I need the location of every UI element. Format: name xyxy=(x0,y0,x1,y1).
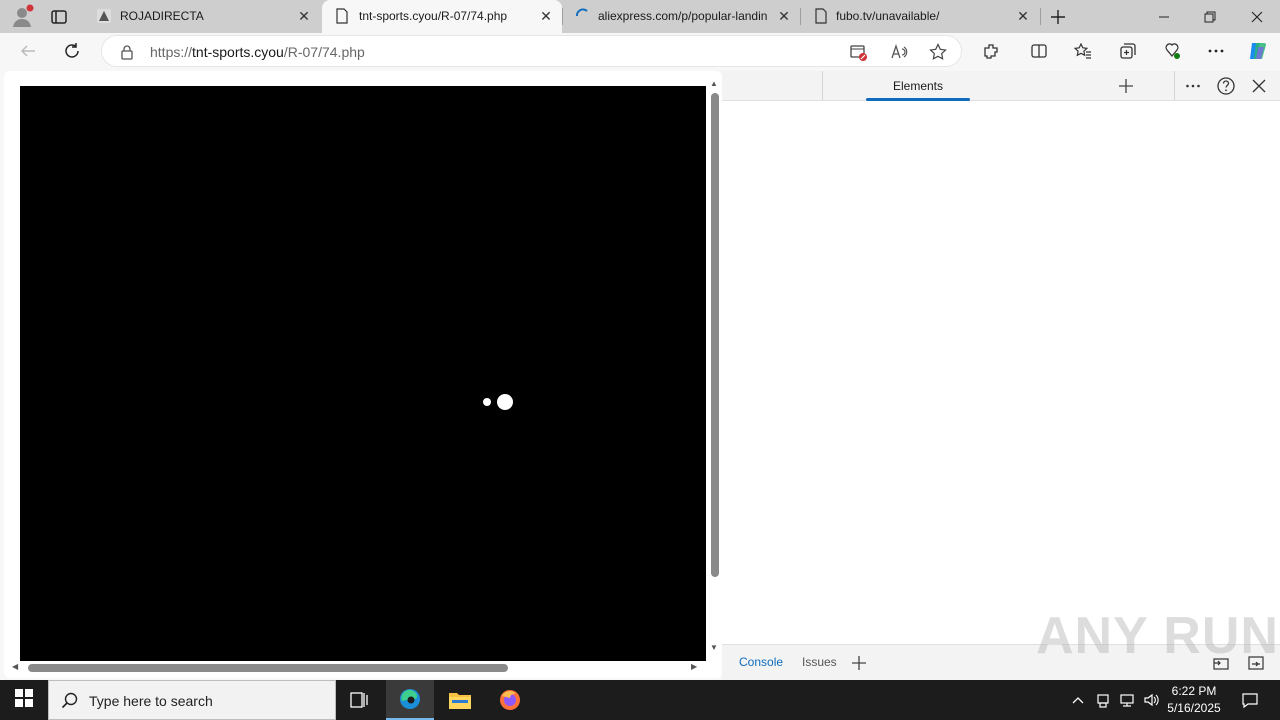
rojadirecta-favicon xyxy=(96,8,112,24)
usb-device-icon[interactable] xyxy=(1092,680,1114,720)
notifications-icon[interactable] xyxy=(1230,680,1270,720)
tab-tnt-sports[interactable]: tnt-sports.cyou/R-07/74.php ✕ xyxy=(322,0,562,33)
divider xyxy=(822,71,823,101)
url-host: tnt-sports.cyou xyxy=(192,44,284,60)
new-tab-button[interactable] xyxy=(1048,7,1068,27)
watermark: ANY RUN xyxy=(1036,607,1279,665)
volume-icon[interactable] xyxy=(1140,680,1162,720)
tab-elements[interactable]: Elements xyxy=(866,71,970,101)
split-screen-icon[interactable] xyxy=(1024,36,1054,66)
page-viewport: ▲ ▼ ◀ ▶ xyxy=(4,71,722,678)
devtools-header: Elements xyxy=(722,71,1280,101)
tab-rojadirecta[interactable]: ROJADIRECTA ✕ xyxy=(84,0,320,33)
profile-icon[interactable] xyxy=(10,4,34,28)
loading-spinner-icon xyxy=(575,8,591,24)
loading-dot xyxy=(497,394,513,410)
more-tools-icon[interactable] xyxy=(1185,78,1201,94)
network-icon[interactable] xyxy=(1116,680,1138,720)
divider xyxy=(1174,71,1175,101)
scroll-down-arrow-icon[interactable]: ▼ xyxy=(710,643,718,652)
scrollbar-thumb[interactable] xyxy=(711,93,719,577)
close-icon[interactable]: ✕ xyxy=(538,8,554,24)
horizontal-scrollbar[interactable]: ◀ ▶ xyxy=(12,660,704,674)
show-hidden-icons-chevron-icon[interactable] xyxy=(1068,680,1088,720)
windows-logo-icon xyxy=(15,688,33,712)
add-tab-icon[interactable] xyxy=(1118,78,1134,94)
collections-icon[interactable] xyxy=(1113,36,1143,66)
devtools-panel: Elements Console Issues xyxy=(722,71,1280,680)
loading-dot xyxy=(483,398,491,406)
url-scheme: https:// xyxy=(150,44,193,60)
scroll-left-arrow-icon[interactable]: ◀ xyxy=(12,662,18,671)
start-button[interactable] xyxy=(0,680,48,720)
tab-label: Elements xyxy=(892,79,944,93)
active-tab-indicator xyxy=(866,98,970,101)
popup-blocked-icon[interactable] xyxy=(850,44,868,62)
read-aloud-icon[interactable] xyxy=(890,43,908,61)
clock-date: 5/16/2025 xyxy=(1167,701,1221,715)
tab-actions-icon[interactable] xyxy=(50,8,68,26)
back-button[interactable] xyxy=(13,36,43,66)
taskbar-search-box[interactable]: Type here to search xyxy=(48,680,336,720)
scrollbar-thumb[interactable] xyxy=(28,664,508,672)
toolbar: https://tnt-sports.cyou/R-07/74.php xyxy=(0,33,1280,70)
file-explorer-icon[interactable] xyxy=(436,680,484,720)
taskbar: Type here to search 6:22 PM 5/16/2025 xyxy=(0,680,1280,720)
firefox-icon[interactable] xyxy=(486,680,534,720)
tab-issues[interactable]: Issues xyxy=(802,655,837,669)
page-icon xyxy=(813,8,829,24)
page-icon xyxy=(334,8,350,24)
clock-time: 6:22 PM xyxy=(1171,684,1217,698)
tab-console[interactable]: Console xyxy=(739,655,783,669)
address-bar[interactable]: https://tnt-sports.cyou/R-07/74.php xyxy=(101,35,962,67)
close-icon[interactable]: ✕ xyxy=(776,8,792,24)
tab-title: fubo.tv/unavailable/ xyxy=(836,9,940,23)
scroll-up-arrow-icon[interactable]: ▲ xyxy=(710,79,718,88)
video-player[interactable] xyxy=(20,86,706,661)
tab-title: aliexpress.com/p/popular-landin xyxy=(598,9,768,23)
extensions-icon[interactable] xyxy=(976,36,1006,66)
edge-taskbar-icon[interactable] xyxy=(386,680,434,720)
search-icon xyxy=(61,692,79,710)
close-icon[interactable]: ✕ xyxy=(296,8,312,24)
favorites-icon[interactable] xyxy=(1068,36,1098,66)
tab-aliexpress[interactable]: aliexpress.com/p/popular-landin ✕ xyxy=(563,0,800,33)
tab-strip: ROJADIRECTA ✕ tnt-sports.cyou/R-07/74.ph… xyxy=(0,0,1280,33)
scroll-right-arrow-icon[interactable]: ▶ xyxy=(691,662,697,671)
help-icon[interactable] xyxy=(1216,76,1236,96)
more-menu-icon[interactable] xyxy=(1201,36,1231,66)
minimize-button[interactable] xyxy=(1141,0,1187,33)
search-placeholder: Type here to search xyxy=(89,693,213,709)
task-view-button[interactable] xyxy=(336,680,384,720)
url-path: /R-07/74.php xyxy=(283,44,365,60)
url-text: https://tnt-sports.cyou/R-07/74.php xyxy=(150,44,365,60)
favorite-star-icon[interactable] xyxy=(929,43,947,61)
browser-essentials-icon[interactable] xyxy=(1157,36,1187,66)
system-clock[interactable]: 6:22 PM 5/16/2025 xyxy=(1160,683,1228,717)
tab-fubo[interactable]: fubo.tv/unavailable/ ✕ xyxy=(801,0,1039,33)
lock-icon[interactable] xyxy=(120,44,134,60)
tab-divider xyxy=(1040,8,1041,25)
tab-title: ROJADIRECTA xyxy=(120,9,204,23)
refresh-button[interactable] xyxy=(57,36,87,66)
copilot-icon[interactable] xyxy=(1243,36,1273,66)
close-window-button[interactable] xyxy=(1234,0,1280,33)
close-devtools-icon[interactable] xyxy=(1251,78,1267,94)
close-icon[interactable]: ✕ xyxy=(1015,8,1031,24)
restore-button[interactable] xyxy=(1187,0,1233,33)
add-drawer-tab-icon[interactable] xyxy=(851,655,867,671)
vertical-scrollbar[interactable]: ▲ ▼ xyxy=(708,79,720,657)
tab-title: tnt-sports.cyou/R-07/74.php xyxy=(359,9,508,23)
